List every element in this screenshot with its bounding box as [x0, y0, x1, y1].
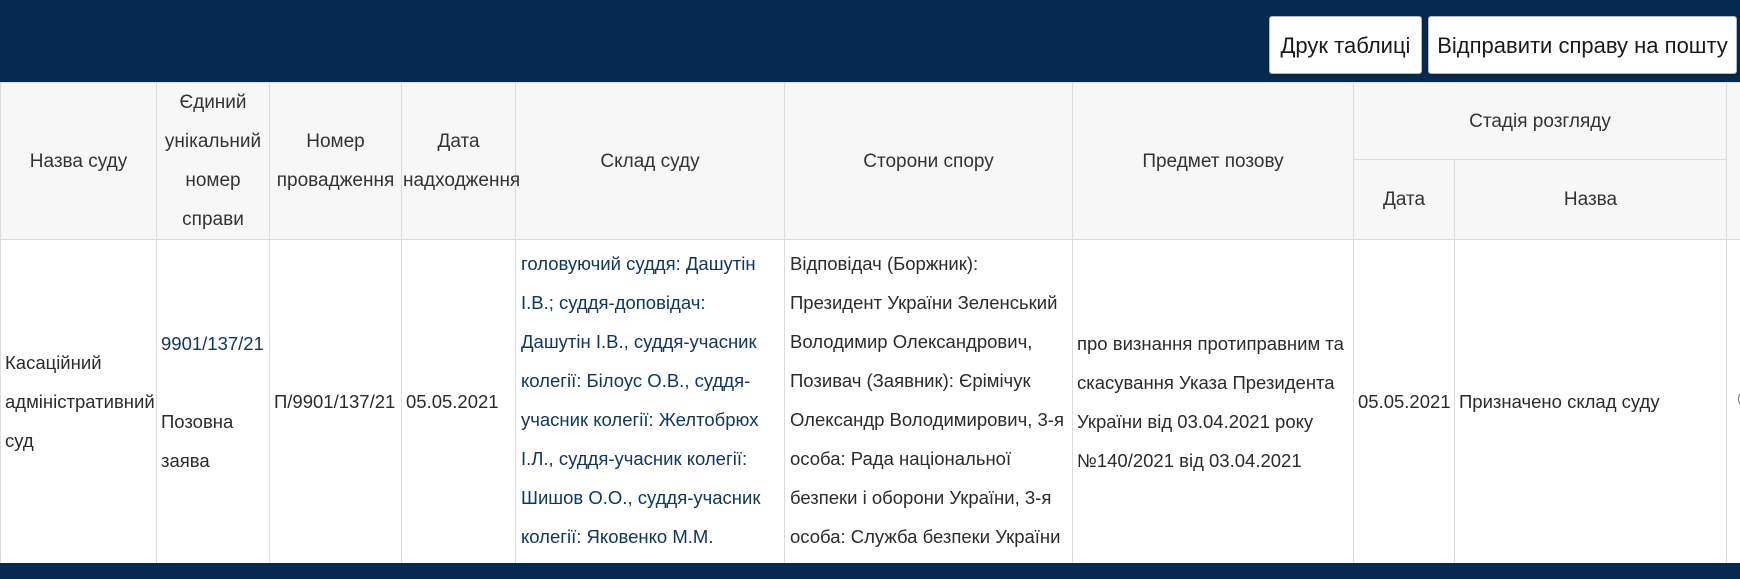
header-judges: Склад суду	[515, 82, 785, 240]
cell-select	[1726, 239, 1740, 563]
header-parties: Сторони спору	[784, 82, 1073, 240]
header-case-number: Єдиний унікальний номер справи	[156, 82, 270, 240]
cell-court: Касаційний адміністративний суд	[0, 239, 157, 563]
cell-stage-date: 05.05.2021	[1353, 239, 1455, 563]
header-stage-name: Назва	[1453, 159, 1728, 240]
cell-proceeding-number: П/9901/137/21	[269, 239, 402, 563]
case-type: Позовна заява	[161, 410, 234, 471]
print-table-button[interactable]: Друк таблиці	[1269, 16, 1422, 74]
cell-judges: головуючий суддя: Дашутін І.В.; суддя-до…	[515, 239, 785, 563]
header-subject: Предмет позову	[1072, 82, 1354, 240]
case-number-link[interactable]: 9901/137/21	[161, 324, 265, 363]
cell-case-number: 9901/137/21 Позовна заява	[156, 239, 270, 563]
cell-stage-name: Призначено склад суду	[1453, 239, 1728, 563]
cell-subject: про визнання протиправним та скасування …	[1072, 239, 1354, 563]
header-received-date: Дата надходження	[401, 82, 520, 240]
header-stage: Стадія розгляду	[1352, 82, 1728, 161]
header-proceeding-number: Номер провадження	[269, 82, 402, 240]
top-toolbar: Друк таблиці Відправити справу на пошту	[0, 0, 1740, 82]
case-table-container: Назва суду Єдиний унікальний номер справ…	[0, 82, 1740, 563]
table-header-row: Назва суду Єдиний унікальний номер справ…	[0, 82, 1740, 240]
cell-parties: Відповідач (Боржник): Президент України …	[784, 239, 1073, 563]
bottom-bar	[0, 563, 1740, 579]
send-case-email-button[interactable]: Відправити справу на пошту	[1428, 16, 1737, 74]
header-extra	[1726, 82, 1740, 240]
header-court: Назва суду	[0, 82, 157, 240]
cell-received-date: 05.05.2021	[401, 239, 516, 563]
case-table: Назва суду Єдиний унікальний номер справ…	[0, 82, 1740, 563]
table-row: Касаційний адміністративний суд 9901/137…	[0, 239, 1740, 563]
header-stage-date: Дата	[1353, 159, 1455, 240]
